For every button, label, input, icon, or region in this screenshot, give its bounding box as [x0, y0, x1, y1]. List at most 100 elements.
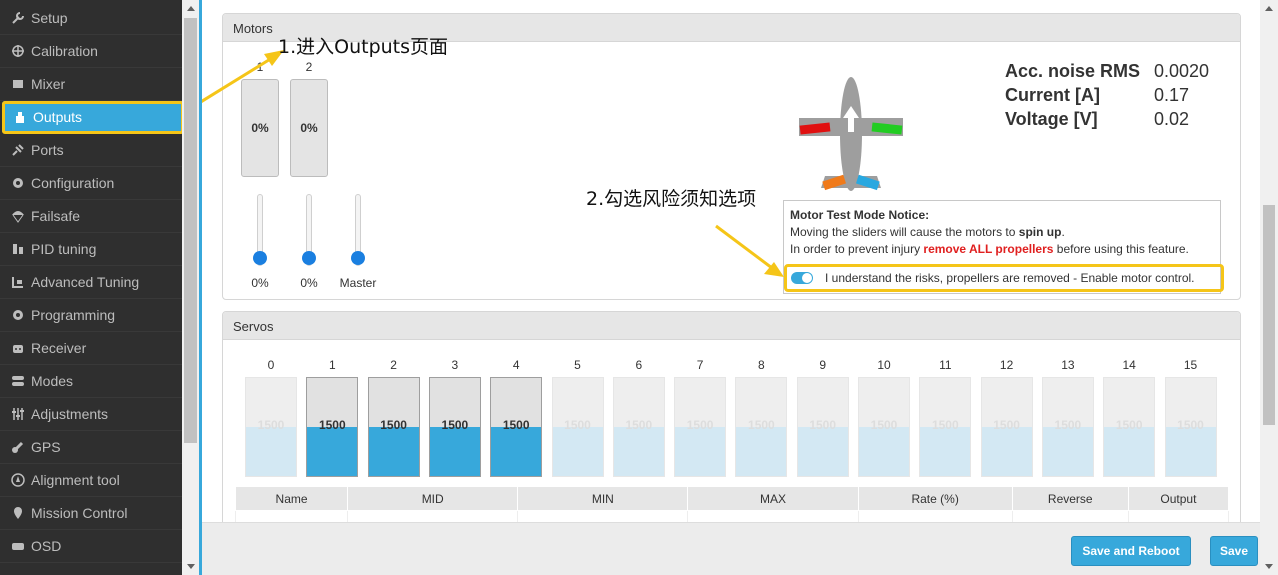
servo-channel-number: 9	[819, 358, 827, 372]
servo-output-fill	[613, 427, 664, 476]
sidebar-item-label: Adjustments	[31, 406, 109, 422]
col-min: MIN	[517, 486, 689, 511]
servo-output-fill	[1104, 427, 1155, 476]
sidebar-item-label: Advanced Tuning	[31, 274, 140, 290]
servo-channel-number: 7	[696, 358, 704, 372]
wrench-icon	[10, 10, 26, 26]
servo-output-value: 1500	[1054, 418, 1082, 432]
motor-icon	[12, 109, 28, 125]
servo-output-value: 1500	[625, 418, 653, 432]
sidebar-item-setup[interactable]: Setup	[0, 2, 182, 35]
sidebar-item-label: Calibration	[31, 43, 98, 59]
servo-channel-number: 6	[635, 358, 643, 372]
scroll-up-arrow-icon[interactable]	[1265, 6, 1273, 11]
sidebar-item-mixer[interactable]: Mixer	[0, 68, 182, 101]
servo-output-bar: 1500	[245, 377, 297, 477]
col-output: Output	[1127, 486, 1230, 511]
current-value: 0.17	[1154, 85, 1190, 105]
sidebar-item-pid-tuning[interactable]: PID tuning	[0, 233, 182, 266]
sidebar-item-label: PID tuning	[31, 241, 97, 257]
sidebar-item-label: Programming	[31, 307, 116, 323]
motor-output-value: 0%	[300, 121, 318, 135]
main-scrollbar[interactable]	[1260, 0, 1278, 575]
sidebar-item-gps[interactable]: GPS	[0, 431, 182, 464]
toggles-icon	[10, 373, 26, 389]
servo-output-fill	[981, 427, 1032, 476]
servo-output-fill	[246, 427, 296, 476]
servo-output-value: 1500	[1177, 418, 1204, 432]
sidebar-item-alignment-tool[interactable]: Alignment tool	[0, 464, 182, 497]
servo-output-value: 1500	[686, 418, 714, 432]
mixer-icon	[10, 76, 26, 92]
servo-channel-number: 11	[939, 358, 952, 372]
servo-channel-number: 1	[328, 358, 336, 372]
scroll-down-arrow-icon[interactable]	[187, 564, 195, 569]
col-rate: Rate (%)	[857, 486, 1013, 511]
sidebar-item-modes[interactable]: Modes	[0, 365, 182, 398]
motor-output-value: 0%	[251, 121, 269, 135]
save-button[interactable]: Save	[1210, 536, 1258, 566]
advanced-tuning-icon	[10, 274, 26, 290]
sidebar-item-label: Mixer	[31, 76, 66, 92]
enable-motor-control-toggle[interactable]	[791, 272, 813, 284]
sidebar-item-label: Alignment tool	[31, 472, 120, 488]
sidebar-scrollbar[interactable]	[182, 0, 199, 575]
sidebar-item-mission-control[interactable]: Mission Control	[0, 497, 182, 530]
acc-noise-value: 0.0020	[1154, 61, 1210, 81]
servo-channel-number: 0	[267, 358, 275, 372]
enable-motor-control-label[interactable]: I understand the risks, propellers are r…	[825, 270, 1195, 287]
sidebar-item-osd[interactable]: OSD	[0, 530, 182, 563]
sidebar-item-ports[interactable]: Ports	[0, 134, 182, 167]
motor-slider-handle[interactable]	[302, 251, 316, 265]
servo-channel-number: 2	[390, 358, 397, 372]
notice-text: before using this feature.	[1053, 242, 1189, 256]
servo-output-value: 1500	[380, 418, 407, 432]
servo-output-bar: 1500	[1164, 377, 1217, 477]
motor-slider-handle[interactable]	[253, 251, 267, 265]
servo-output-bar: 1500	[367, 377, 420, 477]
notice-emphasis: spin up	[1018, 225, 1062, 239]
robot-icon	[10, 340, 26, 356]
scroll-down-arrow-icon[interactable]	[1265, 564, 1273, 569]
servo-output-fill	[859, 427, 909, 476]
sidebar-item-label: OSD	[31, 538, 62, 554]
enable-motor-control-row[interactable]: I understand the risks, propellers are r…	[784, 264, 1224, 292]
col-name: Name	[234, 486, 349, 511]
main-scroll-thumb[interactable]	[1263, 205, 1275, 425]
parachute-icon	[10, 208, 26, 224]
servos-panel-title: Servos	[223, 312, 1240, 340]
servo-channel-number: 13	[1061, 358, 1075, 372]
sidebar-item-configuration[interactable]: Configuration	[0, 167, 182, 200]
voltage-value: 0.02	[1154, 109, 1190, 129]
master-slider-handle[interactable]	[351, 251, 365, 265]
servo-output-value: 1500	[748, 418, 775, 432]
annotation-step-2: 2.勾选风险须知选项	[586, 188, 757, 210]
servo-channel-number: 14	[1122, 358, 1136, 372]
servo-output-fill	[368, 427, 419, 476]
servo-output-fill	[736, 427, 787, 476]
sidebar-item-receiver[interactable]: Receiver	[0, 332, 182, 365]
compass-icon	[10, 472, 26, 488]
sidebar-item-programming[interactable]: Programming	[0, 299, 182, 332]
notice-line-1: Moving the sliders will cause the motors…	[790, 224, 1214, 241]
sidebar-item-outputs[interactable]: Outputs	[2, 101, 184, 134]
servo-output-bar: 1500	[796, 377, 849, 477]
motor-slider-value: 0%	[300, 276, 318, 290]
sidebar-item-advanced-tuning[interactable]: Advanced Tuning	[0, 266, 182, 299]
servo-output-value: 1500	[1115, 418, 1143, 432]
col-reverse: Reverse	[1011, 486, 1129, 511]
sidebar-scroll-thumb[interactable]	[184, 18, 197, 443]
aircraft-icon	[799, 77, 903, 191]
sidebar-item-adjustments[interactable]: Adjustments	[0, 398, 182, 431]
bottom-toolbar: Save and Reboot Save	[202, 522, 1260, 575]
sidebar-item-calibration[interactable]: Calibration	[0, 35, 182, 68]
sidebar-item-failsafe[interactable]: Failsafe	[0, 200, 182, 233]
save-and-reboot-button[interactable]: Save and Reboot	[1071, 536, 1191, 566]
master-slider-label: Master	[339, 276, 377, 290]
col-max: MAX	[687, 486, 859, 511]
pid-icon	[10, 241, 26, 257]
servo-output-value: 1500	[931, 418, 959, 432]
scroll-up-arrow-icon[interactable]	[187, 6, 195, 11]
servo-output-bar: 1500	[306, 377, 359, 477]
servo-output-bar: 1500	[674, 377, 727, 477]
